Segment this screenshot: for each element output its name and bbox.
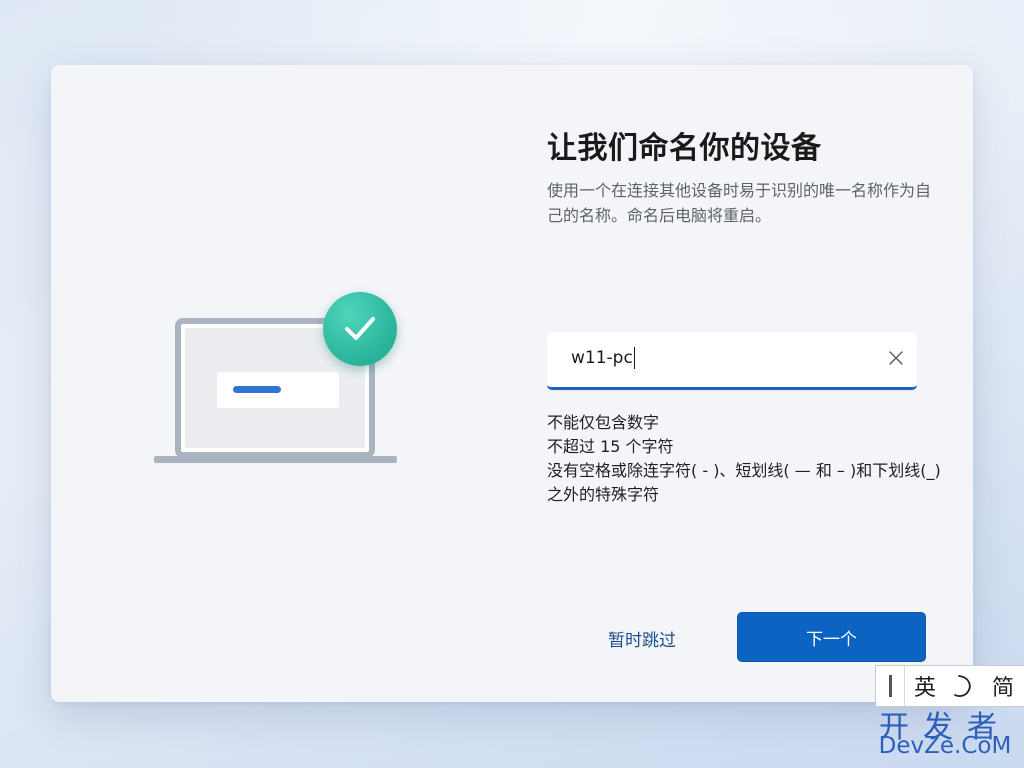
naming-rule: 不能仅包含数字 bbox=[547, 413, 660, 432]
text-caret bbox=[634, 347, 635, 369]
watermark-domain: DevZe.CoM bbox=[878, 733, 1012, 759]
close-icon[interactable] bbox=[885, 347, 907, 369]
screen-input-graphic bbox=[217, 372, 339, 408]
oobe-dialog: 让我们命名你的设备 使用一个在连接其他设备时易于识别的唯一名称作为自己的名称。命… bbox=[51, 65, 973, 702]
naming-rule: 不超过 15 个字符 bbox=[547, 437, 674, 456]
page-title: 让我们命名你的设备 bbox=[547, 131, 822, 166]
device-name-input[interactable] bbox=[571, 346, 871, 370]
ime-language-toggle[interactable]: 英 bbox=[905, 666, 945, 706]
drag-handle-icon[interactable] bbox=[876, 666, 905, 706]
page-description: 使用一个在连接其他设备时易于识别的唯一名称作为自己的名称。命名后电脑将重启。 bbox=[547, 181, 932, 225]
ime-charset-toggle[interactable]: 简 bbox=[983, 666, 1023, 706]
ime-toolbar: 英 简 bbox=[875, 665, 1024, 707]
naming-rule: 没有空格或除连字符( - )、短划线( — 和 – )和下划线(_)之外的特殊字… bbox=[547, 461, 941, 504]
device-illustration bbox=[151, 290, 401, 470]
screen-input-bar bbox=[233, 386, 281, 393]
checkmark-icon bbox=[323, 292, 397, 366]
skip-button[interactable]: 暂时跳过 bbox=[587, 623, 697, 653]
next-button[interactable]: 下一个 bbox=[737, 612, 926, 662]
naming-rules-list: 不能仅包含数字 不超过 15 个字符 没有空格或除连字符( - )、短划线( —… bbox=[547, 411, 947, 507]
device-name-field[interactable] bbox=[547, 332, 917, 390]
laptop-base bbox=[154, 456, 397, 463]
moon-icon[interactable] bbox=[945, 666, 983, 706]
